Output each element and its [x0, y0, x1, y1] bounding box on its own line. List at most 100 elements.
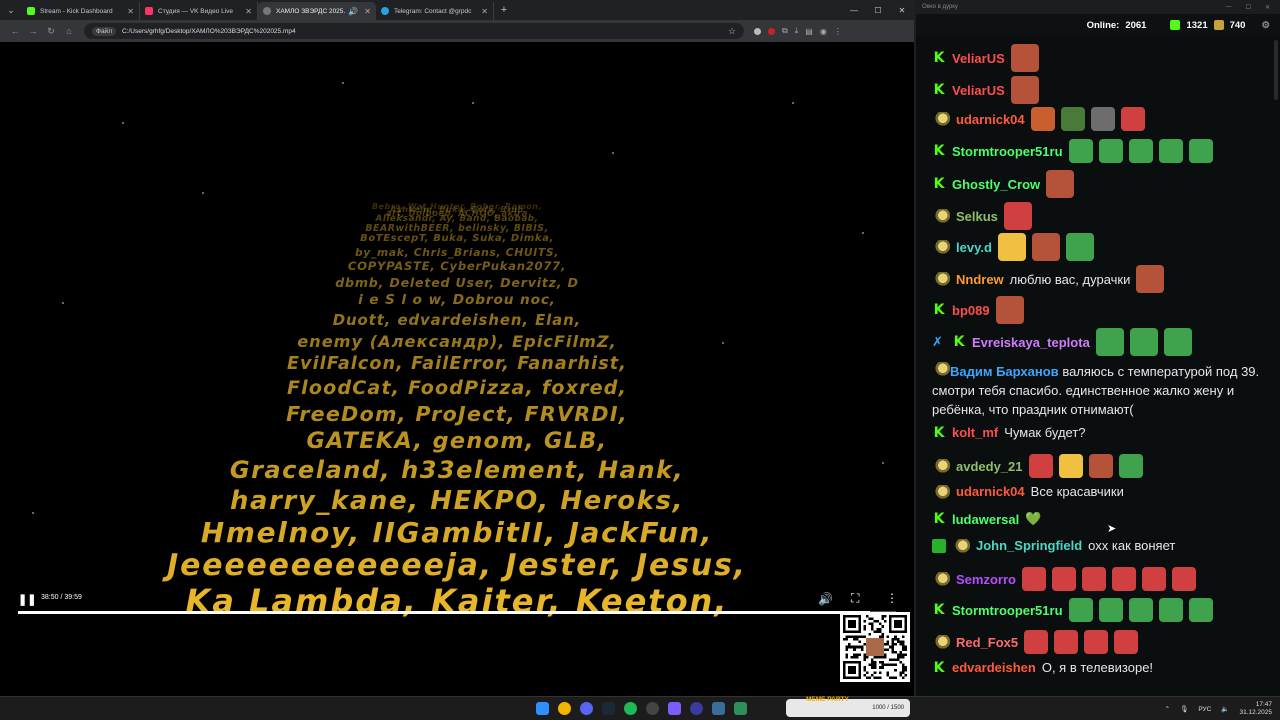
- star-dot: [792, 102, 794, 104]
- chat-emote-icon: [1141, 567, 1166, 591]
- close-tab-icon[interactable]: ✕: [245, 7, 252, 16]
- extension-icon[interactable]: [754, 27, 761, 35]
- close-tab-icon[interactable]: ✕: [481, 7, 488, 16]
- chat-username[interactable]: levy.d: [956, 240, 992, 255]
- more-options-icon[interactable]: ⋮: [886, 591, 898, 605]
- maximize-icon[interactable]: ☐: [1246, 4, 1251, 11]
- star-dot: [342, 82, 344, 84]
- tray-chevron-icon[interactable]: ⌃: [1165, 705, 1170, 713]
- profile-icon[interactable]: ◉: [820, 27, 827, 36]
- forward-icon[interactable]: →: [24, 26, 42, 36]
- address-bar[interactable]: Файл C:/Users/grhfg/Desktop/ХАМЛО%20ЗВЭР…: [84, 23, 744, 39]
- online-count: 2061: [1125, 19, 1147, 31]
- chat-username[interactable]: Вадим Барханов: [950, 364, 1059, 379]
- sidebar-icon[interactable]: ▤: [805, 27, 813, 36]
- credit-line: GATEKA, genom, GLB,: [306, 428, 608, 455]
- chat-username[interactable]: VeliarUS: [952, 51, 1005, 66]
- language-indicator[interactable]: РУС: [1198, 706, 1211, 713]
- extension-icon[interactable]: [768, 27, 775, 35]
- kick-badge-icon: K: [932, 50, 946, 66]
- chat-scrollbar[interactable]: [1274, 40, 1278, 100]
- moderator-sword-icon: ✗: [932, 334, 943, 349]
- credit-line: EvilFalcon, FailError, Fanarhist,: [286, 353, 628, 374]
- extensions-puzzle-icon[interactable]: ⧉: [782, 26, 788, 36]
- chat-username[interactable]: VeliarUS: [952, 83, 1005, 98]
- file-chip[interactable]: Файл: [92, 26, 116, 36]
- menu-icon[interactable]: ⋮: [834, 27, 842, 36]
- kick-badge-icon: K: [932, 82, 946, 98]
- chat-username[interactable]: Semzorro: [956, 572, 1016, 587]
- reload-icon[interactable]: ↻: [42, 26, 60, 37]
- media-player-icon[interactable]: [690, 702, 703, 715]
- chat-emote-icon: [995, 296, 1024, 324]
- chat-message: Semzorro: [932, 567, 1272, 591]
- settings-icon[interactable]: ⚙: [1261, 20, 1270, 31]
- video-time: 38:50 / 39:59: [41, 594, 82, 601]
- close-tab-icon[interactable]: ✕: [364, 7, 371, 16]
- chat-username[interactable]: John_Springfield: [976, 538, 1082, 553]
- chat-username[interactable]: Ghostly_Crow: [952, 177, 1040, 192]
- chat-username[interactable]: Red_Fox5: [956, 635, 1018, 650]
- mic-icon[interactable]: 🎙: [1180, 705, 1188, 713]
- chat-username[interactable]: avdedy_21: [956, 459, 1023, 474]
- chat-emote-icon: [1171, 567, 1196, 591]
- pause-icon[interactable]: ❚❚: [18, 593, 36, 606]
- windows-start-icon[interactable]: [536, 702, 549, 715]
- clock[interactable]: 17:47 31.12.2025: [1239, 701, 1272, 717]
- tab-search-icon[interactable]: ⌄: [0, 0, 22, 20]
- audio-playing-icon[interactable]: 🔊: [348, 7, 358, 16]
- chat-message: Kkolt_mf Чумак будет?: [932, 425, 1272, 441]
- file-favicon-icon: [263, 7, 271, 15]
- minimize-icon[interactable]: —: [1226, 4, 1232, 11]
- fullscreen-icon[interactable]: ⛶: [851, 591, 859, 606]
- tab-vk-studio[interactable]: Студия — VK Видео Live ✕: [140, 2, 258, 20]
- minimize-icon[interactable]: —: [842, 6, 866, 15]
- chat-username[interactable]: kolt_mf: [952, 425, 998, 440]
- spotify-icon[interactable]: [624, 702, 637, 715]
- chat-username[interactable]: edvardeishen: [952, 660, 1036, 675]
- chat-emote-icon: [1098, 139, 1123, 163]
- chat-emote-icon: [1058, 454, 1083, 478]
- speaker-icon[interactable]: 🔈: [1221, 705, 1229, 713]
- chrome-icon[interactable]: [558, 702, 571, 715]
- obs-icon[interactable]: [646, 702, 659, 715]
- back-icon[interactable]: ←: [6, 26, 24, 36]
- chat-emote-icon: [1136, 265, 1165, 293]
- vk-logo-icon: [1213, 20, 1224, 30]
- chat-username[interactable]: Nndrew: [956, 272, 1004, 287]
- discord-icon[interactable]: [580, 702, 593, 715]
- chat-username[interactable]: Stormtrooper51ru: [952, 144, 1063, 159]
- chat-username[interactable]: Stormtrooper51ru: [952, 603, 1063, 618]
- chat-username[interactable]: ludawersal: [952, 512, 1019, 527]
- close-tab-icon[interactable]: ✕: [127, 7, 134, 16]
- app-icon[interactable]: [668, 702, 681, 715]
- new-tab-button[interactable]: +: [494, 4, 514, 16]
- video-progress-bar[interactable]: [18, 611, 896, 614]
- chat-username[interactable]: udarnick04: [956, 484, 1025, 499]
- chat-username[interactable]: bp089: [952, 303, 990, 318]
- chat-username[interactable]: udarnick04: [956, 112, 1025, 127]
- telegram-favicon-icon: [381, 7, 389, 15]
- chat-text: Чумак будет?: [1004, 425, 1086, 440]
- tab-telegram[interactable]: Telegram: Contact @grpdc ✕: [376, 2, 494, 20]
- close-icon[interactable]: ✕: [890, 6, 914, 15]
- credit-line: Jeeeeeeeeeeeeja, Jester, Jesus,: [167, 548, 747, 584]
- bookmark-star-icon[interactable]: ☆: [728, 26, 736, 37]
- close-icon[interactable]: ✕: [1265, 4, 1270, 11]
- goal-progress: 1000 / 1500: [872, 705, 904, 711]
- steam-icon[interactable]: [602, 702, 615, 715]
- maximize-icon[interactable]: ☐: [866, 6, 890, 15]
- video-player[interactable]: Bebra, Wat Hunter, Bober, Ramon, Ashkelm,…: [2, 42, 912, 696]
- tab-video-file[interactable]: ХАМЛО ЗВЭРДС 2025.mp4 🔊 ✕: [258, 2, 376, 20]
- download-icon[interactable]: ⤓: [795, 26, 799, 36]
- chat-app-icon[interactable]: [712, 702, 725, 715]
- chat-message: John_Springfield охх как воняет: [932, 538, 1272, 553]
- chat-username[interactable]: Evreiskaya_teplota: [972, 335, 1090, 350]
- tools-icon[interactable]: [734, 702, 747, 715]
- chat-emote-icon: [1084, 630, 1109, 654]
- volume-icon[interactable]: 🔊: [818, 592, 833, 606]
- credit-line: by_mak, Chris_Brians, CHUITS,: [354, 245, 560, 259]
- home-icon[interactable]: ⌂: [60, 26, 78, 36]
- tab-kick-dashboard[interactable]: Stream - Kick Dashboard ✕: [22, 2, 140, 20]
- chat-username[interactable]: Selkus: [956, 209, 998, 224]
